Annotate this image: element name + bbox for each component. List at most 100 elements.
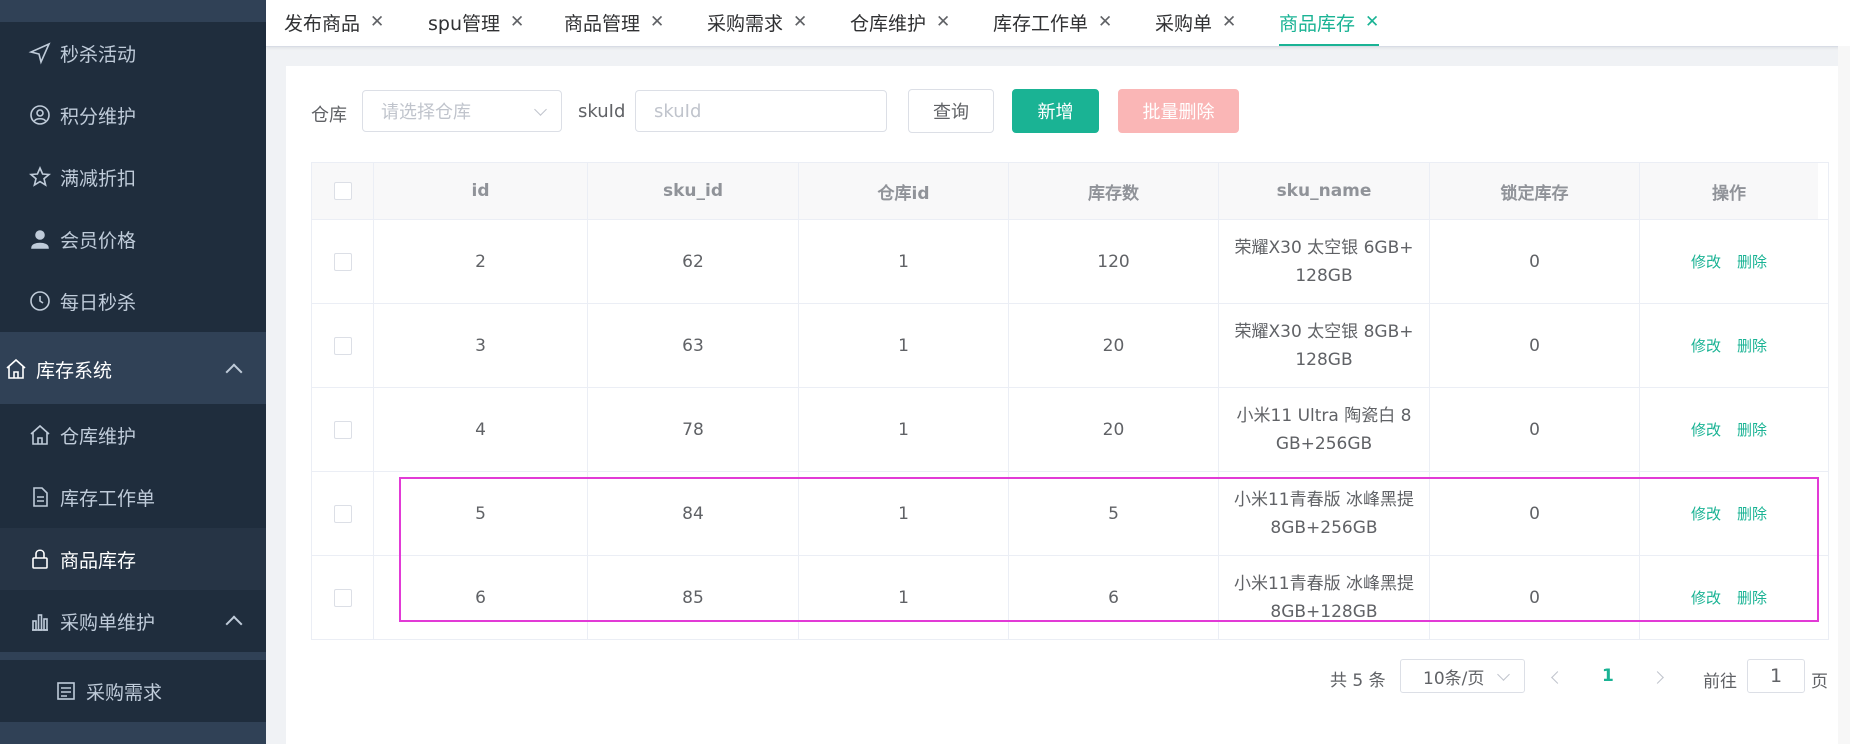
cell-sku-id: 62 — [588, 220, 799, 303]
tab-label: 库存工作单 — [993, 12, 1089, 35]
cell-actions: 修改 删除 — [1640, 220, 1818, 303]
cell-stock: 5 — [1009, 472, 1219, 555]
cell-locked-stock: 0 — [1430, 304, 1640, 387]
tab-publish-product[interactable]: 发布商品 ✕ — [284, 0, 384, 44]
tab-label: 商品管理 — [564, 12, 641, 35]
sidebar-item-daily-seckill[interactable]: 每日秒杀 — [0, 270, 266, 332]
row-checkbox[interactable] — [333, 504, 352, 523]
sidebar-group-label: 采购单维护 — [60, 611, 156, 634]
sidebar-item-warehouse[interactable]: 仓库维护 — [0, 404, 266, 466]
cell-sku-id: 78 — [588, 388, 799, 471]
row-checkbox[interactable] — [333, 252, 352, 271]
delete-link[interactable]: 删除 — [1737, 332, 1767, 360]
delete-link[interactable]: 删除 — [1737, 416, 1767, 444]
sku-name-text: 荣耀X30 太空银 6GB+128GB — [1234, 237, 1414, 286]
delete-link[interactable]: 删除 — [1737, 584, 1767, 612]
skuid-input[interactable]: skuId — [635, 90, 887, 132]
table-row: 4 78 1 20 小米11 Ultra 陶瓷白 8GB+256GB 0 修改删… — [312, 388, 1828, 472]
warehouse-select[interactable]: 请选择仓库 — [362, 90, 562, 132]
close-icon[interactable]: ✕ — [1365, 12, 1379, 32]
document-icon — [28, 485, 52, 509]
sidebar-item-points[interactable]: 积分维护 — [0, 84, 266, 146]
row-checkbox[interactable] — [333, 336, 352, 355]
goto-page-input[interactable]: 1 — [1747, 659, 1805, 693]
edit-link[interactable]: 修改 — [1691, 500, 1721, 528]
edit-link[interactable]: 修改 — [1691, 416, 1721, 444]
warehouse-label: 仓库 — [311, 105, 347, 126]
page-size-value: 10条/页 — [1423, 668, 1485, 689]
row-select[interactable] — [312, 388, 374, 471]
edit-link[interactable]: 修改 — [1691, 248, 1721, 276]
cell-sku-id: 85 — [588, 556, 799, 639]
sidebar-item-label: 秒杀活动 — [60, 43, 137, 66]
select-all-checkbox[interactable] — [333, 182, 352, 200]
edit-link[interactable]: 修改 — [1691, 332, 1721, 360]
goto-label: 前往 — [1703, 672, 1737, 692]
stock-table: id sku_id 仓库id 库存数 sku_name 锁定库存 操作 2 62… — [311, 162, 1829, 640]
tabs-bar: 发布商品 ✕ spu管理 ✕ 商品管理 ✕ 采购需求 ✕ 仓库维护 ✕ 库存工作单 ✕ 采购… — [266, 0, 1850, 47]
sidebar: 秒杀活动 积分维护 满减折扣 会员价格 每日秒杀 库存系统 仓库维护 库存工作单… — [0, 0, 266, 744]
next-page-icon[interactable] — [1651, 671, 1664, 684]
edit-link[interactable]: 修改 — [1691, 584, 1721, 612]
cell-sku-name: 荣耀X30 太空银 8GB+128GB — [1219, 304, 1430, 387]
close-icon[interactable]: ✕ — [370, 12, 384, 32]
sidebar-item-seckill[interactable]: 秒杀活动 — [0, 22, 266, 84]
close-icon[interactable]: ✕ — [936, 12, 950, 32]
tab-product-stock[interactable]: 商品库存 ✕ — [1279, 0, 1380, 46]
cell-locked-stock: 0 — [1430, 556, 1640, 639]
header-stock: 库存数 — [1009, 163, 1219, 219]
close-icon[interactable]: ✕ — [1222, 12, 1236, 32]
skuid-label: skuId — [578, 101, 626, 122]
current-page-number[interactable]: 1 — [1602, 666, 1614, 686]
sidebar-item-product-stock[interactable]: 商品库存 — [0, 528, 266, 590]
sidebar-group-purchase[interactable]: 采购单维护 — [0, 590, 266, 652]
query-button[interactable]: 查询 — [908, 89, 994, 133]
header-ware-id: 仓库id — [799, 163, 1009, 219]
close-icon[interactable]: ✕ — [793, 12, 807, 32]
sku-name-text: 荣耀X30 太空银 8GB+128GB — [1234, 321, 1414, 370]
delete-link[interactable]: 删除 — [1737, 500, 1767, 528]
close-icon[interactable]: ✕ — [650, 12, 664, 32]
table-row: 5 84 1 5 小米11青春版 冰峰黑提 8GB+256GB 0 修改 删除 — [312, 472, 1828, 556]
header-actions: 操作 — [1640, 163, 1818, 219]
header-select-all[interactable] — [312, 163, 374, 219]
row-checkbox[interactable] — [333, 420, 352, 439]
batch-delete-button[interactable]: 批量删除 — [1118, 89, 1239, 133]
sidebar-group-inventory[interactable]: 库存系统 — [0, 338, 266, 400]
page-size-select[interactable]: 10条/页 — [1400, 659, 1525, 693]
prev-page-icon[interactable] — [1551, 671, 1564, 684]
chevron-up-icon — [225, 363, 243, 381]
sidebar-item-label: 满减折扣 — [60, 167, 137, 190]
row-select[interactable] — [312, 556, 374, 639]
close-icon[interactable]: ✕ — [1098, 12, 1112, 32]
sidebar-item-label: 会员价格 — [60, 229, 137, 252]
tab-stock-worksheet[interactable]: 库存工作单 ✕ — [993, 0, 1112, 44]
row-checkbox[interactable] — [333, 588, 352, 607]
tab-purchase-demand[interactable]: 采购需求 ✕ — [707, 0, 807, 44]
delete-link[interactable]: 删除 — [1737, 248, 1767, 276]
sidebar-item-purchase-demand[interactable]: 采购需求 — [0, 660, 266, 722]
tab-purchase-order[interactable]: 采购单 ✕ — [1155, 0, 1236, 44]
sidebar-group-label: 库存系统 — [36, 359, 113, 382]
main-panel: 仓库 请选择仓库 skuId skuId 查询 新增 批量删除 id sku_i… — [286, 66, 1850, 744]
sidebar-item-discount[interactable]: 满减折扣 — [0, 146, 266, 208]
cell-actions: 修改 删除 — [1640, 472, 1818, 555]
sidebar-item-stock-worksheet[interactable]: 库存工作单 — [0, 466, 266, 528]
warehouse-select-placeholder: 请选择仓库 — [381, 102, 471, 123]
sku-name-text: 小米11 Ultra 陶瓷白 8GB+256GB — [1236, 405, 1412, 454]
header-sku-name: sku_name — [1219, 163, 1430, 219]
tab-warehouse[interactable]: 仓库维护 ✕ — [850, 0, 950, 44]
home-icon — [28, 423, 52, 447]
tab-product-manage[interactable]: 商品管理 ✕ — [564, 0, 664, 44]
row-select[interactable] — [312, 472, 374, 555]
pagination-total: 共 5 条 — [1330, 671, 1386, 691]
row-select[interactable] — [312, 304, 374, 387]
close-icon[interactable]: ✕ — [510, 12, 524, 32]
tab-spu-manage[interactable]: spu管理 ✕ — [428, 0, 524, 44]
cell-id: 5 — [374, 472, 588, 555]
sidebar-item-member-price[interactable]: 会员价格 — [0, 208, 266, 270]
add-button[interactable]: 新增 — [1012, 89, 1099, 133]
scrollbar[interactable] — [1838, 46, 1850, 744]
row-select[interactable] — [312, 220, 374, 303]
cell-stock: 120 — [1009, 220, 1219, 303]
